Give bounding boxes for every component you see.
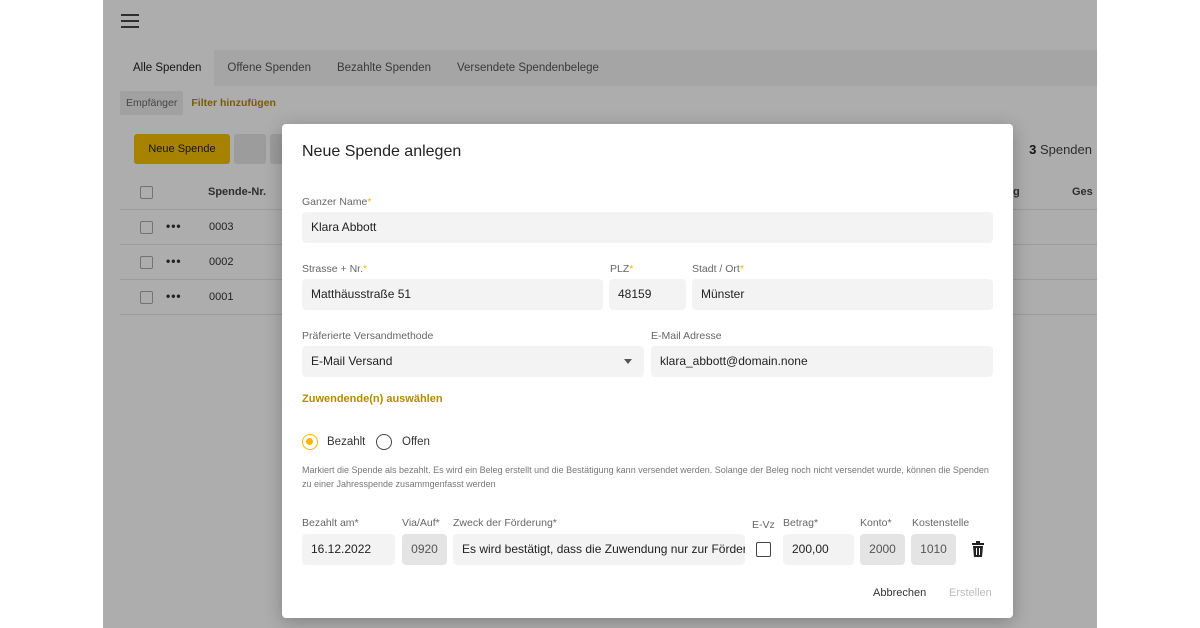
- paid-on-date-input[interactable]: 16.12.2022: [302, 534, 395, 565]
- via-label: Via/Auf*: [402, 517, 440, 529]
- status-hint-text: Markiert die Spende als bezahlt. Es wird…: [302, 465, 989, 489]
- new-donation-dialog: Neue Spende anlegen Ganzer Name* Klara A…: [282, 124, 1013, 618]
- evz-checkbox[interactable]: [756, 542, 771, 557]
- required-marker: *: [813, 517, 819, 529]
- account-input[interactable]: 2000: [860, 534, 905, 565]
- required-marker: *: [552, 517, 557, 529]
- shipping-method-select[interactable]: E-Mail Versand: [302, 346, 644, 377]
- radio-open-label[interactable]: Offen: [402, 436, 430, 448]
- city-label: Stadt / Ort*: [692, 263, 744, 275]
- plz-input[interactable]: 48159: [609, 279, 686, 310]
- full-name-label-text: Ganzer Name: [302, 196, 368, 208]
- account-label-text: Konto: [860, 517, 888, 529]
- required-marker: *: [354, 517, 359, 529]
- required-marker: *: [362, 263, 368, 275]
- cost-center-label: Kostenstelle: [912, 517, 970, 529]
- account-label: Konto*: [860, 517, 892, 529]
- shipping-method-label: Präferierte Versandmethode: [302, 330, 434, 342]
- street-input[interactable]: Matthäusstraße 51: [302, 279, 603, 310]
- dialog-title: Neue Spende anlegen: [302, 143, 462, 160]
- amount-label: Betrag*: [783, 517, 818, 529]
- cancel-button[interactable]: Abbrechen: [873, 587, 926, 599]
- via-label-text: Via/Auf: [402, 517, 436, 529]
- paid-on-label-text: Bezahlt am: [302, 517, 355, 529]
- full-name-label: Ganzer Name*: [302, 196, 371, 208]
- required-marker: *: [367, 196, 372, 208]
- via-input[interactable]: 0920: [402, 534, 447, 565]
- email-input[interactable]: klara_abbott@domain.none: [651, 346, 993, 377]
- city-input[interactable]: Münster: [692, 279, 993, 310]
- trash-icon[interactable]: [971, 541, 985, 557]
- radio-open[interactable]: [376, 434, 392, 450]
- purpose-label: Zweck der Förderung*: [453, 517, 557, 529]
- email-label: E-Mail Adresse: [651, 330, 722, 342]
- required-marker: *: [739, 263, 744, 275]
- evz-label: E-Vz: [752, 519, 775, 531]
- paid-on-label: Bezahlt am*: [302, 517, 359, 529]
- select-donor-link[interactable]: Zuwendende(n) auswählen: [302, 393, 443, 405]
- plz-label: PLZ*: [610, 263, 633, 275]
- cost-center-input[interactable]: 1010: [911, 534, 956, 565]
- required-marker: *: [629, 263, 634, 275]
- required-marker: *: [887, 517, 892, 529]
- full-name-input[interactable]: Klara Abbott: [302, 212, 993, 243]
- purpose-label-text: Zweck der Förderung: [453, 517, 553, 529]
- left-margin: [0, 0, 103, 628]
- radio-paid[interactable]: [302, 434, 318, 450]
- amount-label-text: Betrag: [783, 517, 814, 529]
- amount-input[interactable]: 200,00: [783, 534, 854, 565]
- shipping-method-value: E-Mail Versand: [311, 354, 393, 368]
- plz-label-text: PLZ: [610, 263, 630, 275]
- street-label-text: Strasse + Nr.: [302, 263, 363, 275]
- city-label-text: Stadt / Ort: [692, 263, 740, 275]
- dropdown-caret-icon: [624, 359, 632, 364]
- required-marker: *: [435, 517, 440, 529]
- radio-paid-label[interactable]: Bezahlt: [327, 436, 365, 448]
- purpose-input[interactable]: Es wird bestätigt, dass die Zuwendung nu…: [453, 534, 745, 565]
- create-button[interactable]: Erstellen: [949, 587, 992, 599]
- street-label: Strasse + Nr.*: [302, 263, 367, 275]
- right-margin: [1097, 0, 1200, 628]
